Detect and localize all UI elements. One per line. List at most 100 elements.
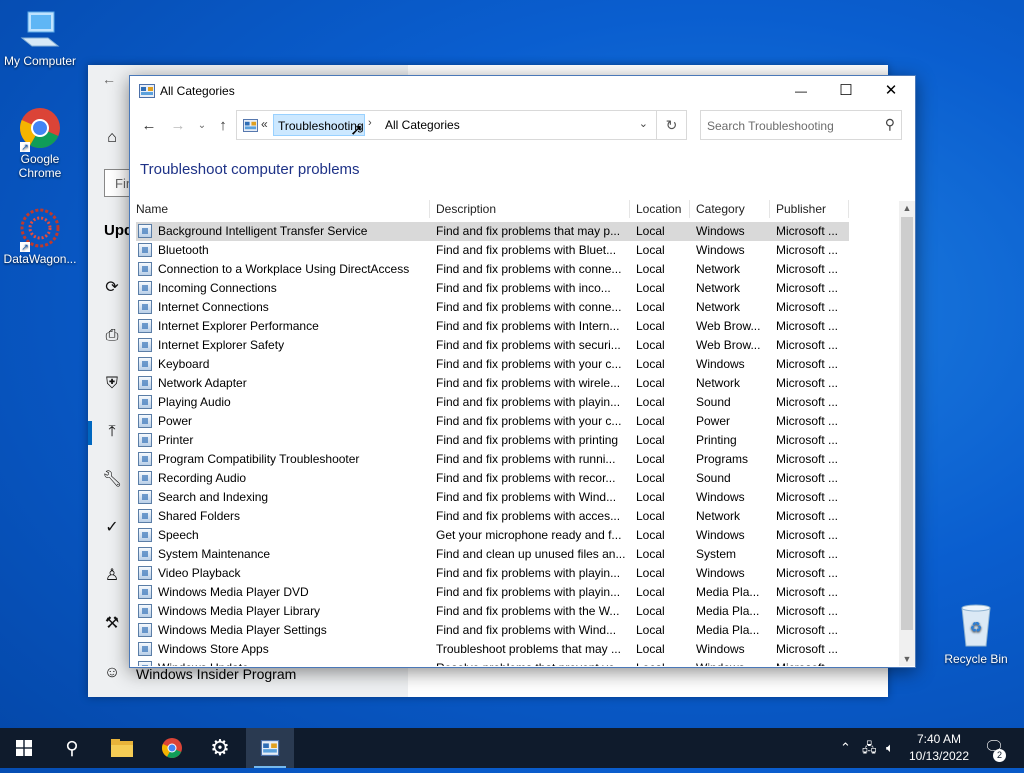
clock-time: 7:40 AM xyxy=(916,732,962,746)
home-icon[interactable]: ⌂ xyxy=(102,128,122,148)
search-input[interactable]: Search Troubleshooting xyxy=(707,119,834,133)
control-panel-taskbar-icon[interactable] xyxy=(246,728,294,768)
settings-gear-icon[interactable]: ⚙ xyxy=(196,728,244,768)
column-header-location[interactable]: Location xyxy=(636,198,690,220)
cat-icon[interactable]: ☺ xyxy=(102,663,122,683)
table-row[interactable]: Power Find and fix problems with your c..… xyxy=(136,412,849,431)
file-explorer-icon[interactable] xyxy=(98,728,146,768)
table-row[interactable]: Internet Explorer Performance Find and fi… xyxy=(136,317,849,336)
column-header-category[interactable]: Category xyxy=(696,198,770,220)
control-panel-icon xyxy=(243,119,258,132)
cell-name: Video Playback xyxy=(158,566,241,580)
table-row[interactable]: Program Compatibility Troubleshooter Find… xyxy=(136,450,849,469)
scroll-up-icon[interactable]: ▲ xyxy=(899,201,915,215)
start-button[interactable] xyxy=(0,728,48,768)
address-bar[interactable]: « Troubleshooting › All Categories ⌄ xyxy=(236,110,687,140)
table-row[interactable]: System Maintenance Find and clean up unus… xyxy=(136,545,849,564)
cell-category: Sound xyxy=(696,471,731,485)
mouse-cursor: ➚ xyxy=(350,122,364,139)
table-row[interactable]: Internet Connections Find and fix problem… xyxy=(136,298,849,317)
table-row[interactable]: Network Adapter Find and fix problems wit… xyxy=(136,374,849,393)
network-icon[interactable]: 🖧︎ xyxy=(862,728,877,768)
cell-description: Find and fix problems with runni... xyxy=(436,452,616,466)
cell-category: Sound xyxy=(696,395,731,409)
desktop-icon-datawagon[interactable]: ↗ DataWagon... xyxy=(0,206,80,266)
table-row[interactable]: Recording Audio Find and fix problems wit… xyxy=(136,469,849,488)
search-box[interactable]: Search Troubleshooting ⚲ xyxy=(700,110,902,140)
table-row[interactable]: Incoming Connections Find and fix problem… xyxy=(136,279,849,298)
maximize-button[interactable]: ☐ xyxy=(823,76,869,106)
chevron-right-icon[interactable]: › xyxy=(368,117,372,129)
scroll-down-icon[interactable]: ▼ xyxy=(899,652,915,666)
breadcrumb-all-categories[interactable]: All Categories xyxy=(385,118,460,132)
cell-description: Find and fix problems with playin... xyxy=(436,566,621,580)
search-icon[interactable]: ⚲ xyxy=(885,116,895,133)
desktop-icon-my-computer[interactable]: My Computer xyxy=(0,8,80,68)
table-row[interactable]: Connection to a Workplace Using DirectAc… xyxy=(136,260,849,279)
volume-icon[interactable]: 🔈︎ xyxy=(886,728,894,768)
table-row[interactable]: Windows Store Apps Troubleshoot problems … xyxy=(136,640,849,659)
chevron-up-icon[interactable]: ⌃ xyxy=(840,728,851,768)
cell-location: Local xyxy=(636,642,665,656)
cell-category: Windows xyxy=(696,659,770,666)
minimize-button[interactable]: — xyxy=(778,76,824,106)
column-header-publisher[interactable]: Publisher xyxy=(776,198,849,220)
window-title: All Categories xyxy=(160,84,235,98)
chrome-icon[interactable] xyxy=(148,728,196,768)
close-button[interactable]: ✕ xyxy=(868,76,914,106)
scrollbar-thumb[interactable] xyxy=(901,217,913,630)
title-bar[interactable]: All Categories — ☐ ✕ xyxy=(130,76,915,106)
table-row[interactable]: Bluetooth Find and fix problems with Blue… xyxy=(136,241,849,260)
back-arrow-icon[interactable]: ← xyxy=(102,71,116,87)
table-row[interactable]: Internet Explorer Safety Find and fix pro… xyxy=(136,336,849,355)
notification-center-icon[interactable]: 🗨︎ xyxy=(984,728,1004,768)
cell-description: Find and fix problems with printing xyxy=(436,433,619,447)
table-row[interactable]: Shared Folders Find and fix problems with… xyxy=(136,507,849,526)
table-row[interactable]: Speech Get your microphone ready and f...… xyxy=(136,526,849,545)
column-header-name[interactable]: Name xyxy=(136,198,430,220)
back-button[interactable]: ← xyxy=(139,116,159,136)
table-row[interactable]: Printer Find and fix problems with printi… xyxy=(136,431,849,450)
table-row[interactable]: Windows Media Player DVD Find and fix pro… xyxy=(136,583,849,602)
cell-category: Windows xyxy=(696,243,745,257)
person-icon[interactable]: ♙ xyxy=(102,566,122,586)
upload-icon[interactable]: ⤒ xyxy=(102,422,122,442)
search-icon[interactable]: ⚲ xyxy=(48,728,96,768)
delivery-icon[interactable]: ⎙ xyxy=(102,326,122,346)
wrench-icon[interactable]: 🔧︎ xyxy=(102,470,122,490)
cell-description: Get your microphone ready and f... xyxy=(436,528,622,542)
table-row[interactable]: Windows Update Resolve problems that prev… xyxy=(136,659,849,666)
troubleshooting-window: All Categories — ☐ ✕ ← → ⌄ ↑ « Troublesh… xyxy=(129,75,916,668)
troubleshooter-icon xyxy=(138,414,152,428)
control-panel-icon xyxy=(139,84,155,98)
cell-publisher: Microsoft ... xyxy=(776,585,839,599)
tools-icon[interactable]: ⚒ xyxy=(102,614,122,634)
cell-description: Find and fix problems with recor... xyxy=(436,471,616,485)
up-button[interactable]: ↑ xyxy=(213,116,233,136)
refresh-button[interactable]: ↻ xyxy=(656,110,687,140)
forward-button[interactable]: → xyxy=(168,116,188,136)
overflow-chevron[interactable]: « xyxy=(261,117,268,131)
selected-indicator xyxy=(88,421,92,445)
desktop-icon-recycle-bin[interactable]: ♻ Recycle Bin xyxy=(944,602,1008,666)
check-circle-icon[interactable]: ✓ xyxy=(102,518,122,538)
table-row[interactable]: Playing Audio Find and fix problems with … xyxy=(136,393,849,412)
cell-location: Local xyxy=(636,452,665,466)
recent-locations-button[interactable]: ⌄ xyxy=(192,116,212,136)
shield-icon[interactable]: ⛨ xyxy=(102,374,122,394)
chevron-down-icon[interactable]: ⌄ xyxy=(639,117,648,130)
cell-publisher: Microsoft ... xyxy=(776,300,839,314)
table-row[interactable]: Keyboard Find and fix problems with your … xyxy=(136,355,849,374)
system-clock[interactable]: 7:40 AM 10/13/2022 xyxy=(906,731,972,765)
table-row[interactable]: Windows Media Player Settings Find and fi… xyxy=(136,621,849,640)
desktop-icon-google-chrome[interactable]: ↗ Google Chrome xyxy=(0,106,80,180)
table-row[interactable]: Background Intelligent Transfer Service F… xyxy=(136,222,849,241)
windows-insider-item[interactable]: Windows Insider Program xyxy=(136,666,296,682)
table-row[interactable]: Search and Indexing Find and fix problems… xyxy=(136,488,849,507)
table-row[interactable]: Windows Media Player Library Find and fix… xyxy=(136,602,849,621)
column-header-description[interactable]: Description xyxy=(436,198,630,220)
cell-location: Local xyxy=(636,262,665,276)
sync-icon[interactable]: ⟳ xyxy=(102,278,122,298)
vertical-scrollbar[interactable]: ▲ ▼ xyxy=(899,201,915,666)
table-row[interactable]: Video Playback Find and fix problems with… xyxy=(136,564,849,583)
